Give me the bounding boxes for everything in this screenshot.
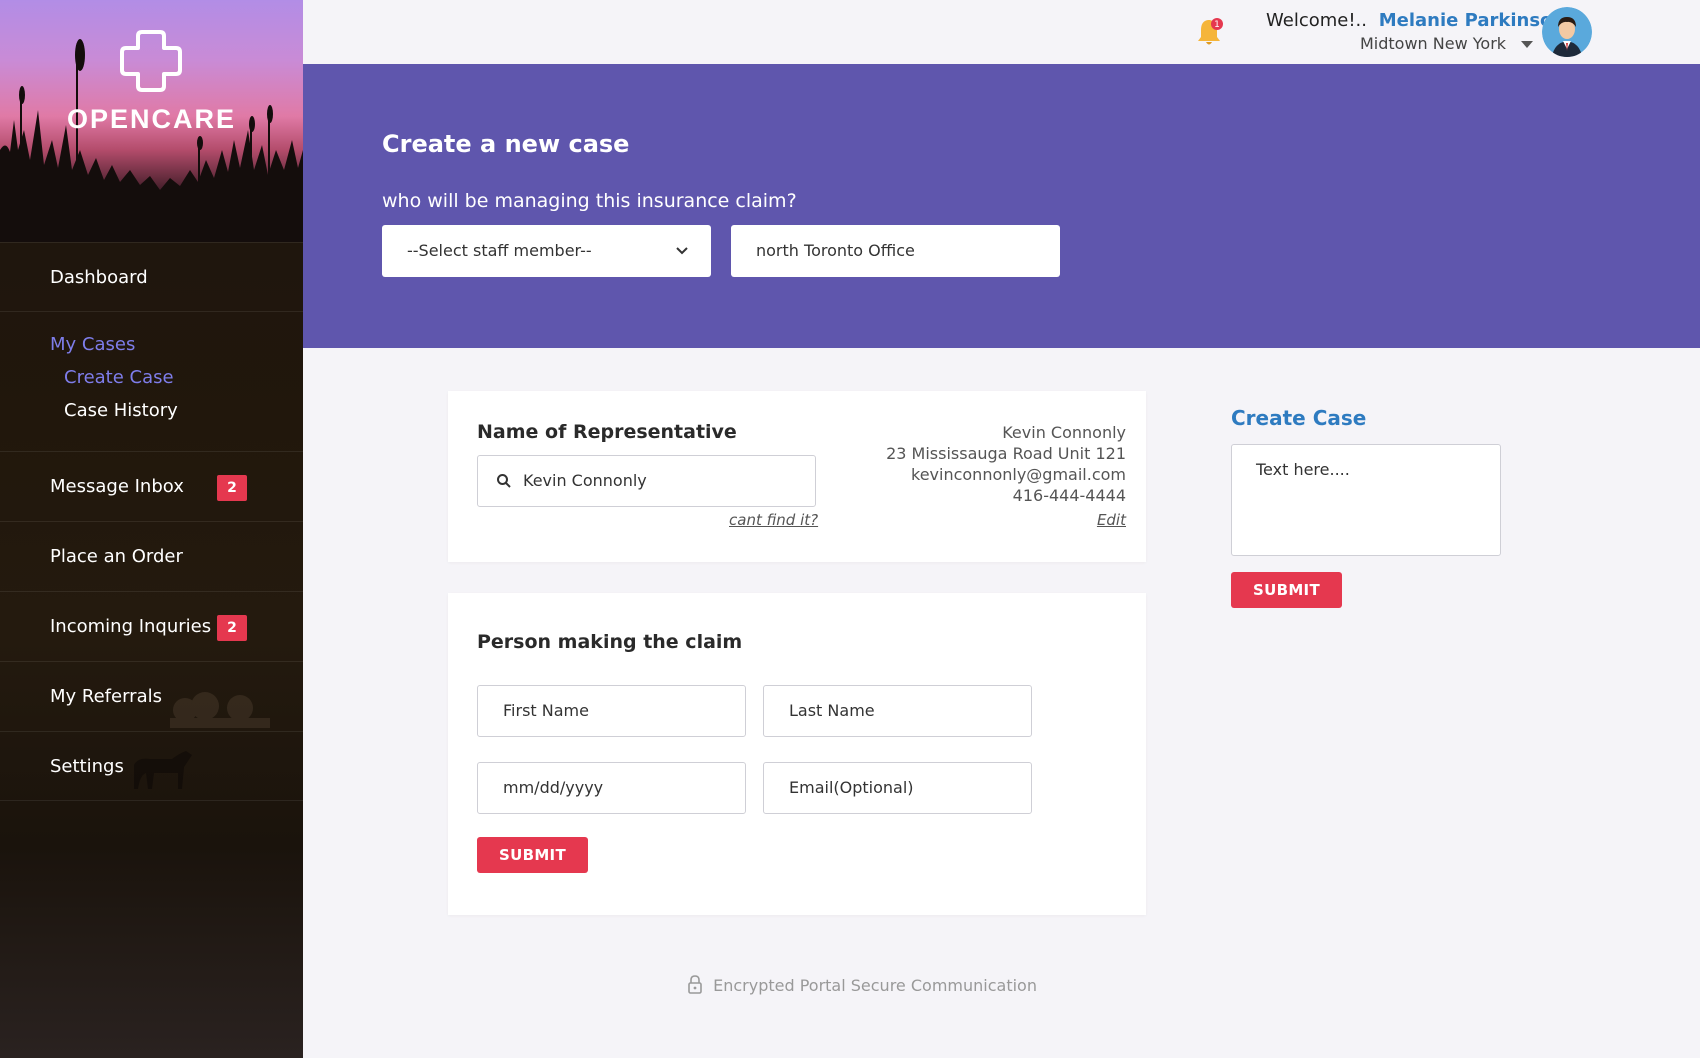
opencare-logo-icon [120,30,182,92]
create-case-submit-button[interactable]: SUBMIT [1231,572,1342,608]
office-value: north Toronto Office [756,241,915,260]
edit-representative-link[interactable]: Edit [1097,511,1126,529]
first-name-field[interactable]: First Name [477,685,746,737]
sidebar-item-place-order[interactable]: Place an Order [0,521,303,591]
email-field[interactable]: Email(Optional) [763,762,1032,814]
sidebar-item-label: Dashboard [50,267,148,288]
sidebar-hero-image: OPENCARE [0,0,303,242]
staff-member-select[interactable]: --Select staff member-- [382,225,711,277]
brand-name: OPENCARE [66,104,237,134]
create-case-banner: Create a new case who will be managing t… [303,64,1700,348]
last-name-placeholder: Last Name [789,701,875,720]
horse-silhouette-decoration [134,751,192,789]
email-placeholder: Email(Optional) [789,778,914,797]
trees-silhouette-decoration [170,692,270,728]
sidebar-item-label: Incoming Inquries [50,616,212,637]
caret-down-icon [1521,41,1534,48]
representative-details: Kevin Connonly 23 Mississauga Road Unit … [886,422,1126,506]
date-of-birth-field[interactable]: mm/dd/yyyy [477,762,746,814]
last-name-field[interactable]: Last Name [763,685,1032,737]
textarea-placeholder: Text here.... [1256,460,1350,479]
search-icon [497,474,511,488]
page-title: Create a new case [382,130,630,158]
welcome-message: Welcome!.. Melanie Parkinson [1266,10,1565,31]
manager-question: who will be managing this insurance clai… [382,190,797,212]
claimant-title: Person making the claim [477,631,743,653]
rep-address: 23 Mississauga Road Unit 121 [886,444,1126,463]
staff-select-value: --Select staff member-- [407,241,592,260]
claimant-card: Person making the claim First Name Last … [448,593,1146,915]
claimant-submit-button[interactable]: SUBMIT [477,837,588,873]
lock-icon [688,975,702,994]
rep-name: Kevin Connonly [1002,423,1126,442]
sidebar-item-incoming-inquiries[interactable]: Incoming Inquries 2 [0,591,303,661]
sidebar-item-message-inbox[interactable]: Message Inbox 2 [0,451,303,521]
rep-phone: 416-444-4444 [1012,486,1126,505]
chevron-down-icon [676,247,688,255]
welcome-text: Welcome!.. [1266,10,1367,31]
sidebar-item-label: Message Inbox [50,476,184,497]
create-case-title: Create Case [1231,406,1367,430]
representative-card: Name of Representative Kevin Connonly ca… [448,391,1146,562]
sidebar: OPENCARE Dashboard My Cases Create Case … [0,0,303,1058]
location-dropdown[interactable]: Midtown New York [1360,34,1534,53]
user-name-link[interactable]: Melanie Parkinson [1379,10,1565,31]
sidebar-item-label: Settings [50,756,124,777]
cant-find-link[interactable]: cant find it? [729,511,818,529]
sidebar-subitem-create-case[interactable]: Create Case [64,367,303,388]
notification-bell-icon[interactable]: 1 [1195,16,1225,48]
sidebar-item-label: Place an Order [50,546,183,567]
representative-title: Name of Representative [477,421,737,443]
sidebar-item-dashboard[interactable]: Dashboard [0,242,303,311]
dob-placeholder: mm/dd/yyyy [503,778,604,797]
security-footer: Encrypted Portal Secure Communication [686,974,1037,995]
case-notes-textarea[interactable]: Text here.... [1231,444,1501,556]
unread-count-badge: 2 [217,475,247,501]
inquiries-count-badge: 2 [217,615,247,641]
user-avatar[interactable] [1542,7,1592,57]
first-name-placeholder: First Name [503,701,589,720]
sidebar-item-label: My Cases [50,334,136,355]
rep-email: kevinconnonly@gmail.com [911,465,1126,484]
representative-search-input[interactable]: Kevin Connonly [477,455,816,507]
sidebar-subitem-case-history[interactable]: Case History [64,400,303,421]
security-note: Encrypted Portal Secure Communication [713,976,1037,995]
search-value: Kevin Connonly [523,471,647,490]
sidebar-item-my-cases[interactable]: My Cases Create Case Case History [0,311,303,451]
office-field[interactable]: north Toronto Office [731,225,1060,277]
sidebar-item-label: My Referrals [50,686,162,707]
notification-count: 1 [1214,20,1220,30]
location-label: Midtown New York [1360,34,1507,53]
avatar-portrait-icon [1542,7,1592,57]
